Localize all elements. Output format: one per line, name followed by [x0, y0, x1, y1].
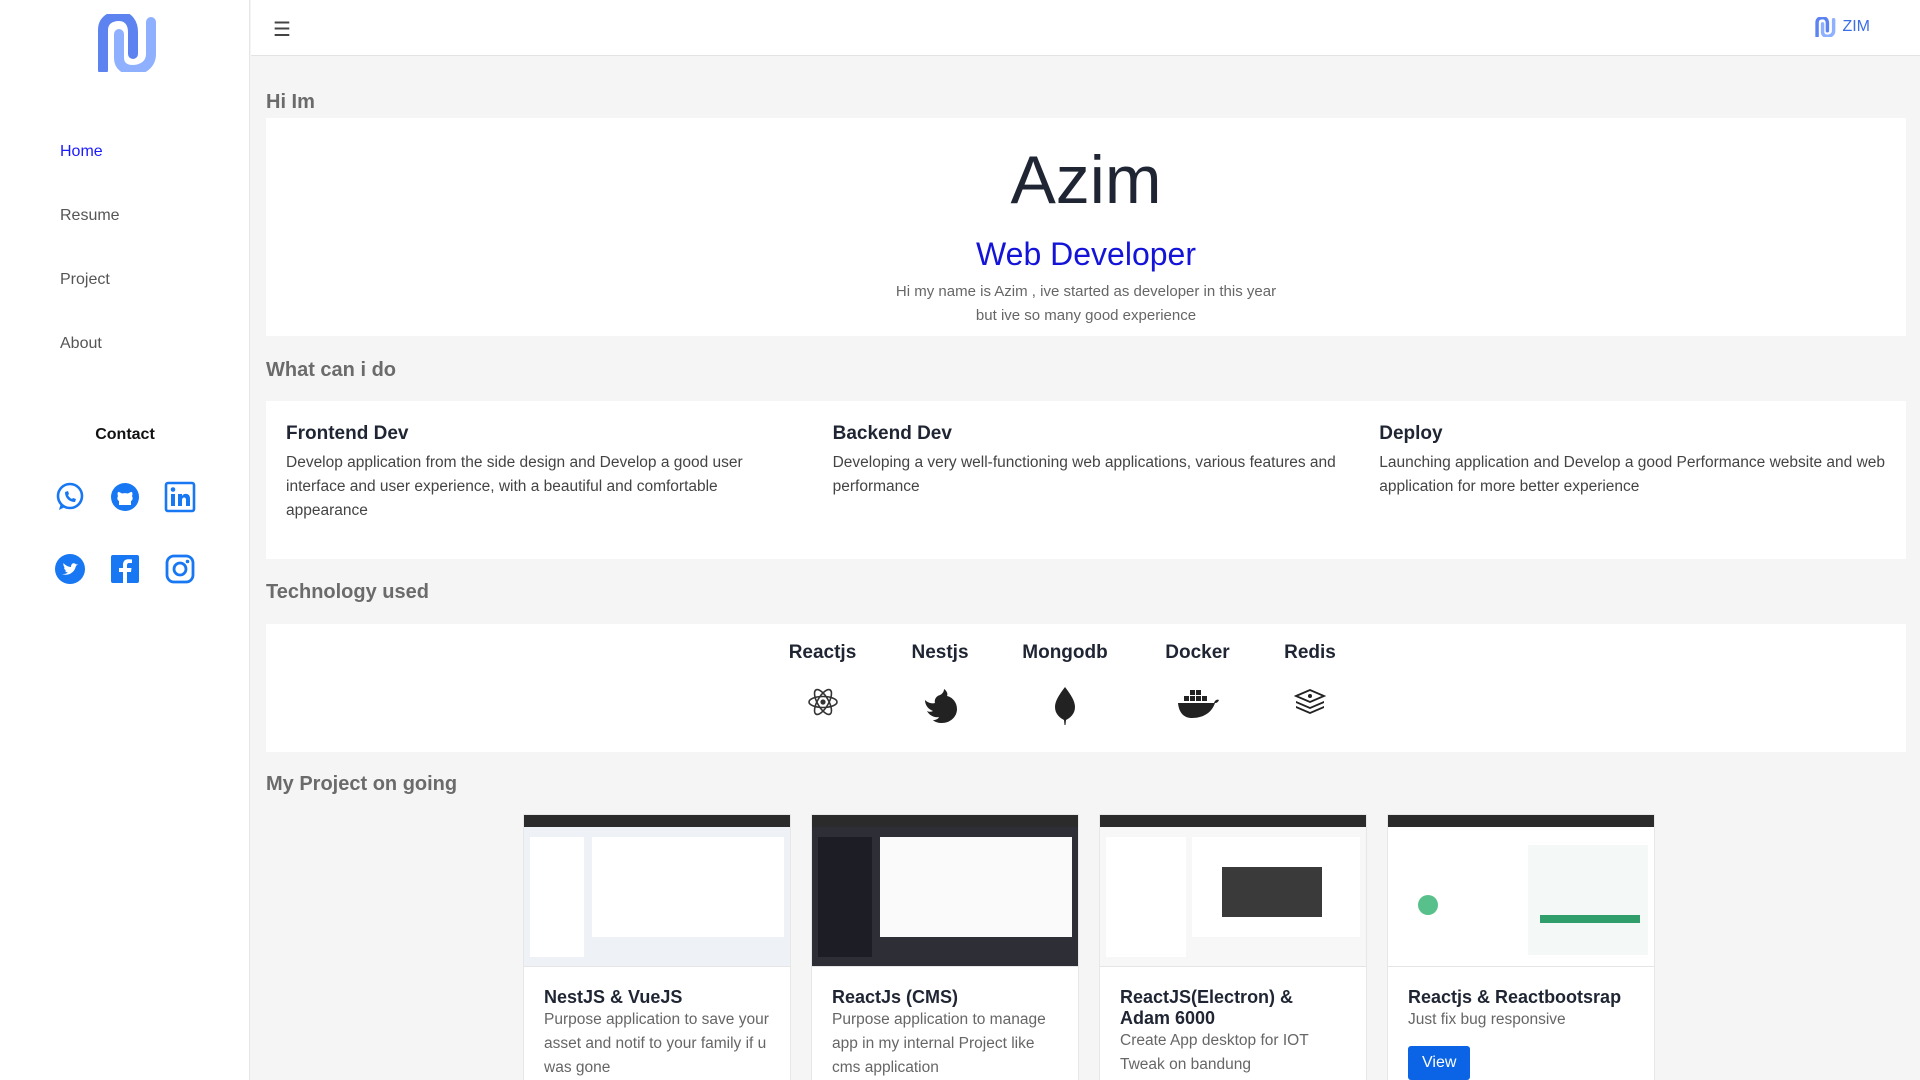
brand-label: ZIM [1842, 18, 1870, 35]
project-card[interactable]: ReactJs (CMS) Purpose application to man… [811, 814, 1079, 1080]
logo-icon[interactable] [95, 14, 157, 72]
tech-item: Reactjs [780, 642, 865, 722]
nav-item-resume[interactable]: Resume [60, 200, 120, 264]
nav-item-about[interactable]: About [60, 328, 120, 392]
project-description: Create App desktop for IOT Tweak on band… [1120, 1032, 1309, 1073]
skill-description: Develop application from the side design… [286, 454, 743, 519]
contact-title: Contact [95, 426, 155, 443]
mongodb-icon [1055, 687, 1075, 725]
skill-title: Frontend Dev [286, 423, 409, 444]
nav-item-project[interactable]: Project [60, 264, 120, 328]
whatsapp-icon[interactable] [54, 481, 86, 513]
tech-list: Reactjs Nestjs Mongodb Docker Redis [780, 642, 1340, 725]
hero-role: Web Developer [976, 236, 1196, 272]
skill-title: Backend Dev [832, 423, 952, 444]
projects-list: NestJS & VueJS Purpose application to sa… [523, 814, 1655, 1080]
view-button[interactable]: View [1408, 1046, 1471, 1080]
top-bar: ☰ ZIM [251, 0, 1920, 56]
project-screenshot [524, 815, 790, 967]
tech-name: Redis [1284, 642, 1336, 663]
skill-item: Frontend Dev Develop application from th… [266, 401, 813, 559]
facebook-icon[interactable] [109, 553, 141, 585]
project-title: NestJS & VueJS [544, 987, 683, 1007]
brand-link[interactable]: ZIM [1814, 17, 1870, 37]
redis-icon [1294, 689, 1326, 714]
tech-card: Reactjs Nestjs Mongodb Docker Redis [266, 624, 1906, 752]
skills-section-title: What can i do [266, 359, 396, 381]
project-title: ReactJs (CMS) [832, 987, 959, 1007]
docker-icon [1177, 690, 1219, 718]
tech-name: Docker [1165, 642, 1230, 663]
linkedin-icon[interactable] [164, 481, 196, 513]
hero-card: Azim Web Developer Hi my name is Azim , … [266, 118, 1906, 336]
tech-name: Reactjs [788, 642, 857, 663]
tech-item: Redis [1280, 642, 1340, 722]
project-title: ReactJS(Electron) & Adam 6000 [1120, 987, 1294, 1028]
tech-item: Mongodb [1015, 642, 1115, 725]
project-screenshot [812, 815, 1078, 967]
hero-name: Azim [1010, 142, 1162, 218]
github-icon[interactable] [109, 481, 141, 513]
project-screenshot [1100, 815, 1366, 967]
hero-description: Hi my name is Azim , ive started as deve… [876, 280, 1296, 328]
twitter-icon[interactable] [54, 553, 86, 585]
tech-section-title: Technology used [266, 581, 429, 603]
project-card[interactable]: NestJS & VueJS Purpose application to sa… [523, 814, 791, 1080]
menu-icon[interactable]: ☰ [273, 17, 291, 42]
tech-name: Nestjs [911, 642, 969, 663]
skills-card: Frontend Dev Develop application from th… [266, 401, 1906, 559]
skill-description: Launching application and Develop a good… [1379, 454, 1886, 495]
skill-description: Developing a very well-functioning web a… [832, 454, 1336, 495]
sidebar: Home Resume Project About Contact [0, 0, 250, 1080]
brand-logo-icon [1815, 17, 1836, 37]
react-icon [807, 688, 838, 716]
project-card[interactable]: ReactJS(Electron) & Adam 6000 Create App… [1099, 814, 1367, 1080]
skill-title: Deploy [1379, 423, 1443, 444]
instagram-icon[interactable] [164, 553, 196, 585]
project-screenshot [1388, 815, 1654, 967]
project-description: Purpose application to manage app in my … [832, 1011, 1046, 1076]
skill-item: Deploy Launching application and Develop… [1359, 401, 1906, 559]
skill-item: Backend Dev Developing a very well-funct… [813, 401, 1360, 559]
nav-item-home[interactable]: Home [60, 136, 120, 200]
hero-description-line: Hi my name is Azim , ive started as deve… [895, 283, 1277, 300]
projects-section-title: My Project on going [266, 773, 458, 795]
hero-description-line: but ive so many good experience [975, 307, 1197, 324]
project-description: Purpose application to save your asset a… [544, 1011, 769, 1076]
project-description: Just fix bug responsive [1408, 1011, 1566, 1028]
project-title: Reactjs & Reactbootsrap [1408, 987, 1622, 1007]
nestjs-icon [925, 689, 957, 723]
tech-item: Nestjs [905, 642, 975, 723]
hero-section-title: Hi Im [266, 91, 315, 113]
tech-item: Docker [1155, 642, 1240, 722]
project-card[interactable]: Reactjs & Reactbootsrap Just fix bug res… [1387, 814, 1655, 1080]
sidebar-nav: Home Resume Project About [60, 136, 120, 392]
tech-name: Mongodb [1022, 642, 1108, 663]
